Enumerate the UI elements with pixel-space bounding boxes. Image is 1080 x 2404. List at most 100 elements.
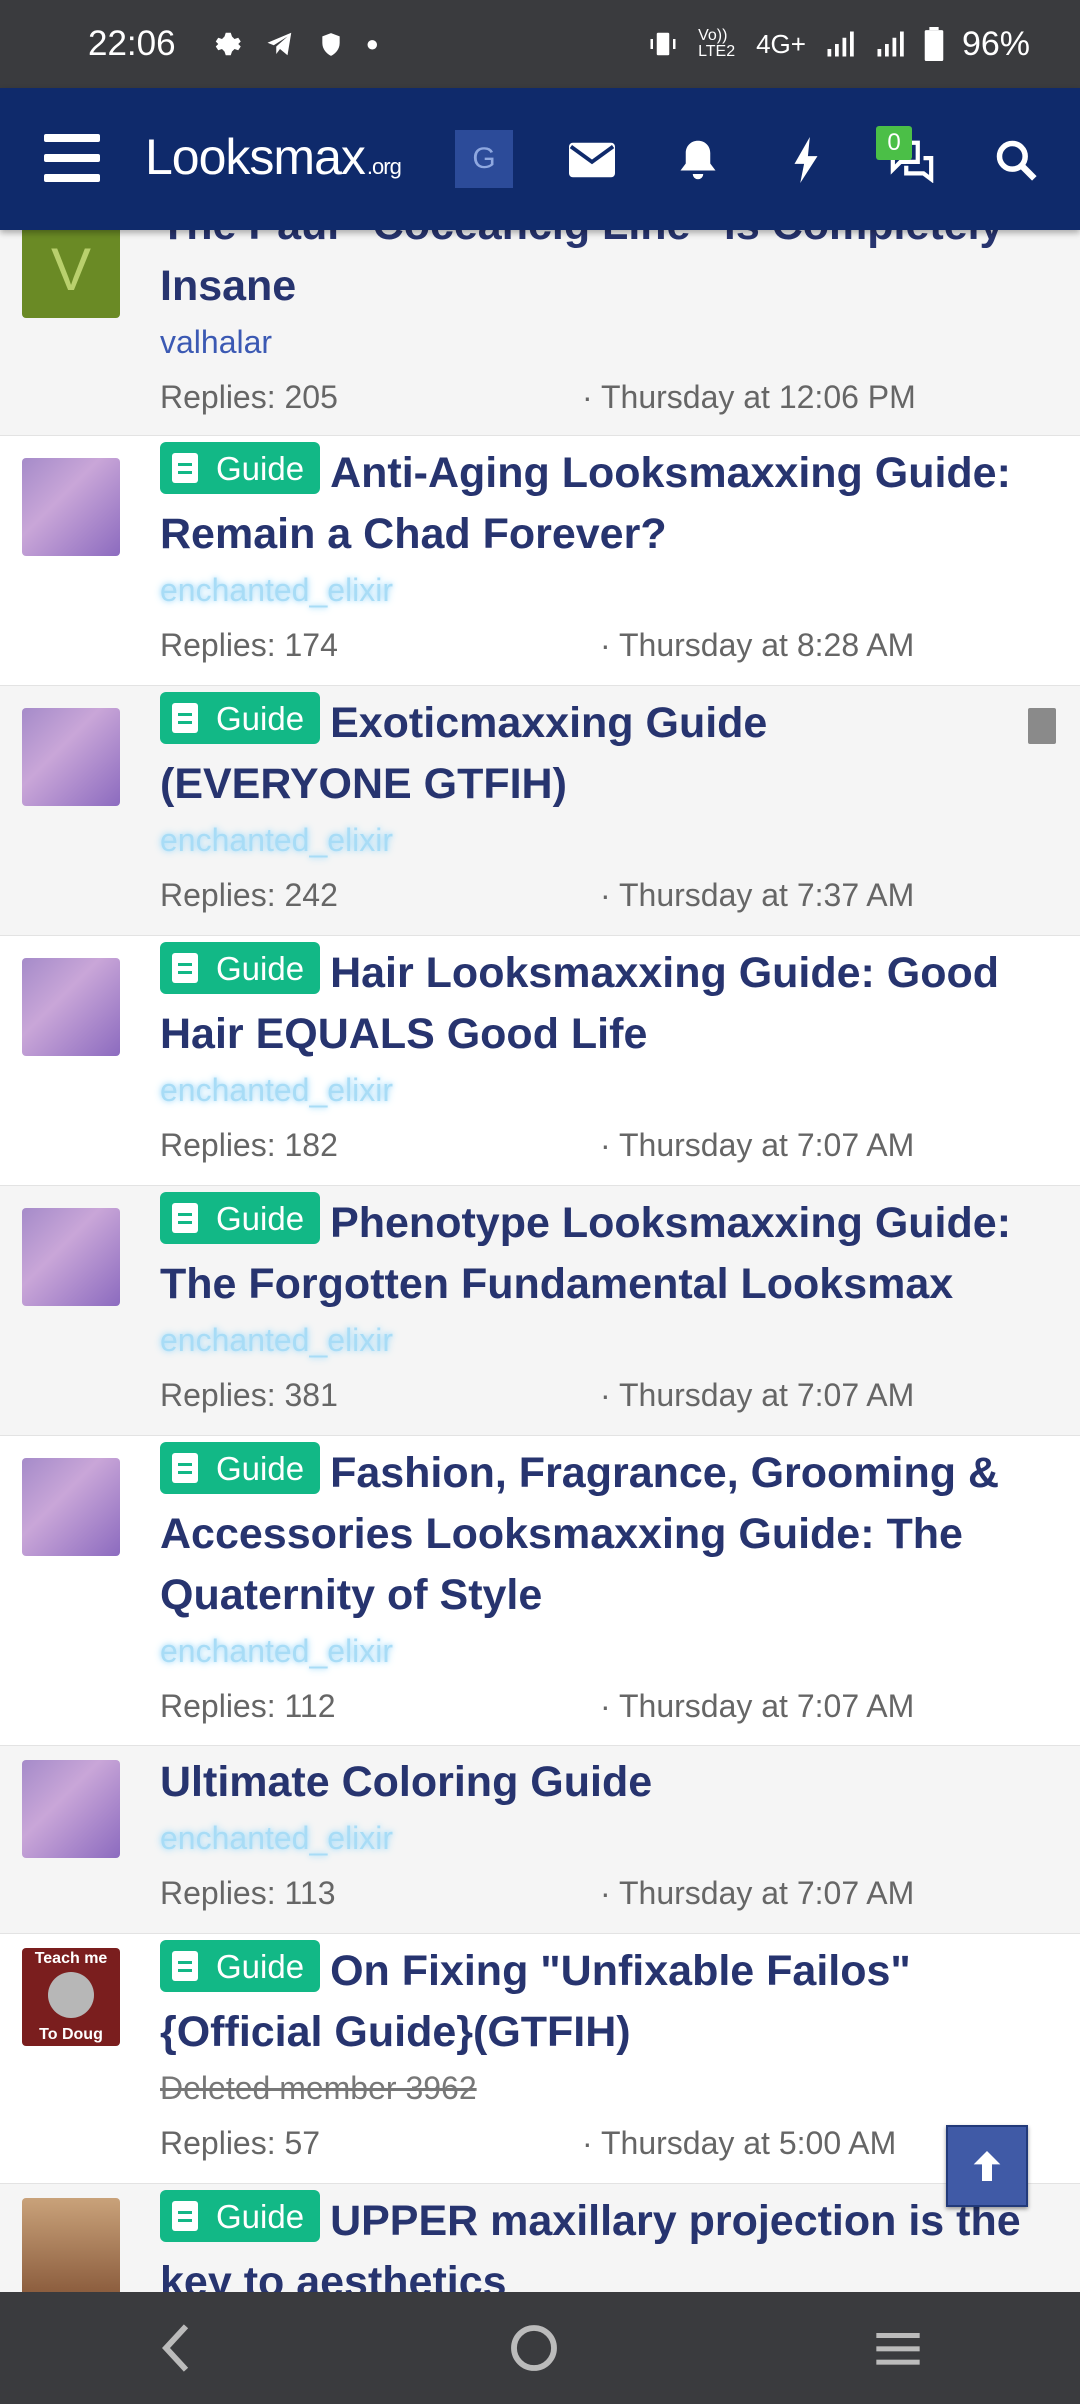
avatar[interactable]: [22, 1458, 120, 1556]
system-nav-bar: [0, 2292, 1080, 2404]
thread-author: Deleted member 3962: [160, 2070, 477, 2106]
thread-date[interactable]: · Thursday at 7:07 AM: [600, 1369, 914, 1421]
thread-author[interactable]: enchanted_elixir: [160, 819, 1040, 861]
thread-title[interactable]: Ultimate Coloring Guide: [160, 1752, 1040, 1813]
thread-row[interactable]: Teach me To Doug Guide On Fixing "Unfixab…: [0, 1934, 1080, 2184]
avatar[interactable]: [22, 1760, 120, 1858]
thread-author[interactable]: enchanted_elixir: [160, 569, 1040, 611]
document-icon: [172, 1453, 198, 1483]
thread-author[interactable]: enchanted_elixir: [160, 1069, 1040, 1111]
document-icon: [172, 1951, 198, 1981]
attachment-icon: [1028, 708, 1056, 744]
g-button[interactable]: G: [455, 130, 513, 188]
signal-icon-1: [827, 31, 854, 57]
reply-count: Replies: 381: [160, 1377, 338, 1413]
thread-date[interactable]: · Thursday at 7:07 AM: [600, 1119, 914, 1171]
reply-count: Replies: 57: [160, 2125, 321, 2161]
thread-author[interactable]: enchanted_elixir: [160, 1319, 1040, 1361]
search-icon[interactable]: [986, 130, 1046, 190]
thread-author[interactable]: enchanted_elixir: [160, 1630, 1040, 1672]
volte-label: Vo)) LTE2: [698, 27, 736, 60]
thread-date[interactable]: · Thursday at 7:07 AM: [600, 1680, 914, 1732]
thread-row[interactable]: Guide Anti-Aging Looksmaxxing Guide: Rema…: [0, 436, 1080, 686]
scroll-to-top-button[interactable]: [946, 2125, 1028, 2207]
reply-count: Replies: 112: [160, 1688, 336, 1724]
avatar[interactable]: [22, 708, 120, 806]
avatar[interactable]: Teach me To Doug: [22, 1948, 120, 2046]
thread-meta: Replies: 113 · Thursday at 7:07 AM: [160, 1867, 1040, 1919]
reply-count: Replies: 113: [160, 1875, 336, 1911]
site-logo[interactable]: Looksmax.org: [145, 128, 402, 186]
thread-row[interactable]: Ultimate Coloring Guide enchanted_elixir…: [0, 1746, 1080, 1934]
guide-label[interactable]: Guide: [160, 442, 321, 494]
avatar[interactable]: [22, 2198, 120, 2296]
guide-label-text: Guide: [216, 1449, 305, 1487]
status-bar: 22:06 ● Vo)) LTE2 4G+ 96%: [0, 0, 1080, 88]
thread-title[interactable]: Guide Phenotype Looksmaxxing Guide: The F…: [160, 1192, 1040, 1315]
document-icon: [172, 453, 198, 483]
thread-row[interactable]: Guide Exoticmaxxing Guide (EVERYONE GTFIH…: [0, 686, 1080, 936]
inbox-icon[interactable]: [562, 130, 622, 190]
reply-count: Replies: 242: [160, 877, 338, 913]
reply-count: Replies: 174: [160, 627, 338, 663]
thread-row[interactable]: V The Paul “Coceancig Line” is Completel…: [0, 201, 1080, 436]
avatar[interactable]: [22, 1208, 120, 1306]
avatar[interactable]: V: [22, 220, 120, 318]
thread-date[interactable]: · Thursday at 7:07 AM: [600, 1867, 914, 1919]
avatar-letter: V: [50, 235, 92, 303]
avatar[interactable]: [22, 458, 120, 556]
chat-badge: 0: [876, 126, 912, 160]
recents-icon[interactable]: [872, 2328, 924, 2368]
guide-label[interactable]: Guide: [160, 2190, 321, 2242]
thread-row[interactable]: Guide UPPER maxillary projection is the k…: [0, 2184, 1080, 2306]
back-icon[interactable]: [156, 2323, 196, 2373]
thread-meta: Replies: 182 · Thursday at 7:07 AM: [160, 1119, 1040, 1171]
thread-title[interactable]: Guide Hair Looksmaxxing Guide: Good Hair …: [160, 942, 1040, 1065]
thread-meta: Replies: 174 · Thursday at 8:28 AM: [160, 619, 1040, 671]
document-icon: [172, 1203, 198, 1233]
document-icon: [172, 953, 198, 983]
guide-label[interactable]: Guide: [160, 692, 321, 744]
thread-title-text[interactable]: Ultimate Coloring Guide: [160, 1758, 652, 1806]
lightning-icon[interactable]: [776, 130, 836, 190]
thread-title[interactable]: Guide On Fixing "Unfixable Failos"{Offici…: [160, 1940, 1040, 2063]
thread-row[interactable]: Guide Phenotype Looksmaxxing Guide: The F…: [0, 1186, 1080, 1436]
thread-list: V The Paul “Coceancig Line” is Completel…: [0, 201, 1080, 2306]
menu-icon[interactable]: [44, 134, 100, 184]
cat-face-icon: [48, 1972, 94, 2018]
signal-icon-2: [877, 31, 904, 57]
guide-label-text: Guide: [216, 449, 305, 487]
thread-title[interactable]: Guide Exoticmaxxing Guide (EVERYONE GTFIH…: [160, 692, 1000, 815]
logo-main: Looksmax: [145, 129, 366, 185]
logo-suffix: .org: [366, 154, 402, 179]
avatar[interactable]: [22, 958, 120, 1056]
reply-count: Replies: 182: [160, 1127, 338, 1163]
thread-meta: Replies: 381 · Thursday at 7:07 AM: [160, 1369, 1040, 1421]
thread-meta: Replies: 205 · Thursday at 12:06 PM: [160, 371, 1040, 423]
thread-title[interactable]: Guide Fashion, Fragrance, Grooming & Acce…: [160, 1442, 1040, 1626]
thread-date[interactable]: · Thursday at 8:28 AM: [600, 619, 914, 671]
guide-label-text: Guide: [216, 699, 305, 737]
guide-label[interactable]: Guide: [160, 942, 321, 994]
guide-label[interactable]: Guide: [160, 1940, 321, 1992]
dot-icon: ●: [365, 31, 379, 56]
bell-icon[interactable]: [668, 130, 728, 190]
guide-label-text: Guide: [216, 2197, 305, 2235]
site-header: Looksmax.org G: [0, 88, 1080, 230]
thread-row[interactable]: Guide Hair Looksmaxxing Guide: Good Hair …: [0, 936, 1080, 1186]
thread-author[interactable]: enchanted_elixir: [160, 1817, 1040, 1859]
guide-label[interactable]: Guide: [160, 1192, 321, 1244]
thread-author[interactable]: valhalar: [160, 321, 1040, 363]
home-icon[interactable]: [509, 2323, 559, 2373]
thread-date[interactable]: · Thursday at 12:06 PM: [582, 371, 916, 423]
thread-title[interactable]: Guide Anti-Aging Looksmaxxing Guide: Rema…: [160, 442, 1040, 565]
guide-label-text: Guide: [216, 949, 305, 987]
guide-label[interactable]: Guide: [160, 1442, 321, 1494]
arrow-up-icon: [973, 2151, 1001, 2181]
thread-date[interactable]: · Thursday at 7:37 AM: [600, 869, 914, 921]
vibrate-icon: [650, 32, 676, 56]
thread-date[interactable]: · Thursday at 5:00 AM: [582, 2117, 896, 2169]
thread-row[interactable]: Guide Fashion, Fragrance, Grooming & Acce…: [0, 1436, 1080, 1746]
thread-meta: Replies: 112 · Thursday at 7:07 AM: [160, 1680, 1040, 1732]
shield-icon: [321, 33, 340, 56]
